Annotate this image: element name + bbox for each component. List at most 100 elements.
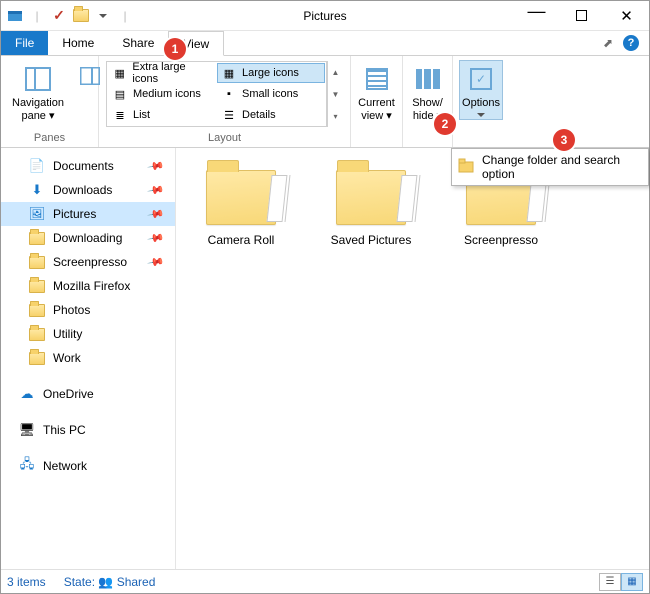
annotation-badge-1: 1 [164,38,186,60]
folder-label: Saved Pictures [331,233,412,247]
layout-list[interactable]: ≣ List [108,105,216,125]
nav-downloads[interactable]: ⬇ Downloads 📌 [1,178,175,202]
gallery-expand-icon[interactable]: ▾ [328,105,343,127]
folder-camera-roll[interactable]: Camera Roll [196,170,286,247]
qat-separator-2: | [117,8,133,24]
qat-separator: | [29,8,45,24]
downloads-icon: ⬇ [29,182,45,198]
view-large-icons-toggle[interactable]: ▦ [621,573,643,591]
layout-details[interactable]: ☰ Details [217,105,325,125]
ribbon-group-options: Options [453,56,509,147]
pin-icon: 📌 [147,229,166,248]
close-button[interactable]: ✕ [604,1,649,30]
tab-home[interactable]: Home [48,31,108,55]
pin-icon: 📌 [147,157,166,176]
tab-share[interactable]: Share [108,31,168,55]
ribbon-group-label: Panes [7,130,92,147]
ribbon: Navigation pane ▾ Panes ▦ Extra large ic… [1,56,649,148]
help-icon[interactable]: ? [623,35,639,51]
navigation-pane-label: Navigation pane ▾ [12,97,64,123]
gallery-scroll-down-icon[interactable]: ▼ [328,83,343,105]
folder-icon [336,170,406,225]
folder-icon [29,278,45,294]
titlebar: | ✓ | Pictures — ✕ [1,1,649,31]
layout-large-icons[interactable]: ▦ Large icons [217,63,325,83]
nav-downloading[interactable]: Downloading 📌 [1,226,175,250]
qat-dropdown-icon[interactable] [95,8,111,24]
folder-label: Screenpresso [464,233,538,247]
documents-icon: 📄 [29,158,45,174]
nav-this-pc[interactable]: 🖥 This PC [1,418,175,442]
navigation-pane: 📄 Documents 📌 ⬇ Downloads 📌 🖼 Pictures 📌… [1,148,176,569]
folder-icon [29,302,45,318]
window-controls: — ✕ [514,1,649,30]
view-details-toggle[interactable]: ☰ [599,573,621,591]
pin-icon: 📌 [147,253,166,272]
nav-work[interactable]: Work [1,346,175,370]
annotation-badge-3: 3 [553,129,575,151]
options-button[interactable]: Options [459,60,503,120]
ribbon-group-layout: ▦ Extra large icons ▦ Large icons ▤ Medi… [99,56,351,147]
details-icon: ☰ [222,108,236,122]
layout-gallery: ▦ Extra large icons ▦ Large icons ▤ Medi… [106,61,327,127]
explorer-body: 📄 Documents 📌 ⬇ Downloads 📌 🖼 Pictures 📌… [1,148,649,569]
nav-onedrive[interactable]: ☁ OneDrive [1,382,175,406]
status-state: State: 👥 Shared [64,575,156,589]
pictures-icon: 🖼 [29,206,45,222]
layout-gallery-scroll[interactable]: ▲ ▼ ▾ [327,61,343,127]
options-dropdown-item[interactable]: Change folder and search option [451,148,649,186]
nav-screenpresso[interactable]: Screenpresso 📌 [1,250,175,274]
nav-network[interactable]: 🖧 Network [1,454,175,478]
gallery-scroll-up-icon[interactable]: ▲ [328,61,343,83]
status-bar: 3 items State: 👥 Shared ☰ ▦ [1,569,649,593]
nav-photos[interactable]: Photos [1,298,175,322]
ribbon-group-label: Layout [105,130,344,147]
minimize-button[interactable]: — [514,0,559,26]
quick-access-toolbar: | ✓ | [1,8,133,24]
status-item-count: 3 items [7,575,46,589]
view-mode-toggles: ☰ ▦ [599,573,643,591]
small-icons-icon: ▪ [222,87,236,101]
content-pane[interactable]: Camera Roll Saved Pictures Screenpresso [176,148,649,569]
nav-utility[interactable]: Utility [1,322,175,346]
options-dropdown-label: Change folder and search option [482,153,642,181]
options-label: Options [462,97,500,110]
onedrive-icon: ☁ [19,386,35,402]
annotation-badge-2: 2 [434,113,456,135]
nav-pictures[interactable]: 🖼 Pictures 📌 [1,202,175,226]
shared-icon: 👥 [98,575,113,589]
nav-documents[interactable]: 📄 Documents 📌 [1,154,175,178]
current-view-label: Current view ▾ [358,97,395,123]
tab-file[interactable]: File [1,31,48,55]
folder-icon [29,254,45,270]
folder-icon [206,170,276,225]
folder-options-icon [458,158,474,177]
folder-icon [29,326,45,342]
ribbon-group-panes: Navigation pane ▾ Panes [1,56,99,147]
minimize-ribbon-icon[interactable]: ⬈ [603,36,613,50]
qat-properties-checkbox[interactable]: ✓ [51,8,67,24]
pin-icon: 📌 [147,181,166,200]
list-icon: ≣ [113,108,127,122]
folder-label: Camera Roll [208,233,275,247]
navigation-pane-button[interactable]: Navigation pane ▾ [7,60,69,126]
ribbon-group-current-view: Current view ▾ [351,56,403,147]
extra-large-icons-icon: ▦ [113,66,126,80]
layout-extra-large-icons[interactable]: ▦ Extra large icons [108,63,216,83]
current-view-button[interactable]: Current view ▾ [357,60,396,126]
folder-saved-pictures[interactable]: Saved Pictures [326,170,416,247]
folder-icon [29,350,45,366]
medium-icons-icon: ▤ [113,87,127,101]
this-pc-icon: 🖥 [19,422,35,438]
large-icons-icon: ▦ [222,66,236,80]
folder-icon [29,230,45,246]
network-icon: 🖧 [19,458,35,474]
qat-folder-icon[interactable] [73,8,89,24]
nav-mozilla-firefox[interactable]: Mozilla Firefox [1,274,175,298]
options-dropdown-icon[interactable] [477,113,485,117]
maximize-button[interactable] [559,1,604,30]
explorer-icon [7,8,23,24]
layout-small-icons[interactable]: ▪ Small icons [217,84,325,104]
layout-medium-icons[interactable]: ▤ Medium icons [108,84,216,104]
ribbon-tabs: File Home Share View ⬈ ? [1,31,649,56]
